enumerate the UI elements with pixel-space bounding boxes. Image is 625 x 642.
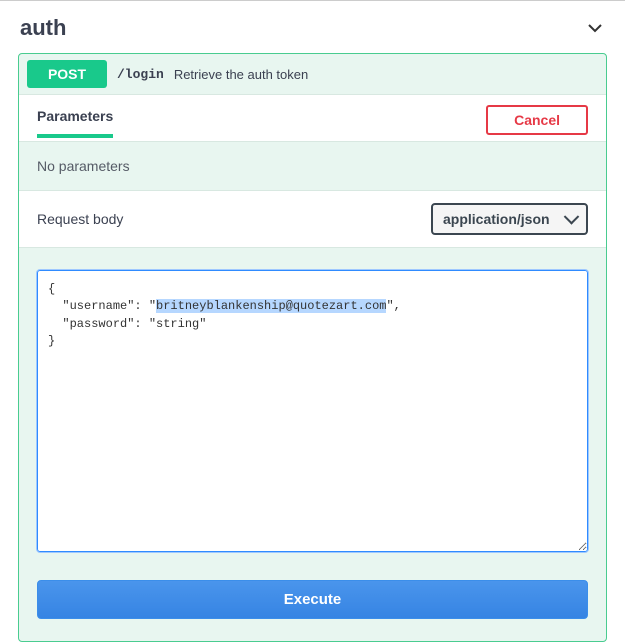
execute-button[interactable]: Execute [37, 580, 588, 619]
endpoint-summary: Retrieve the auth token [174, 67, 308, 82]
request-body-editor[interactable]: { "username": "britneyblankenship@quotez… [37, 270, 588, 552]
parameters-tab-row: Parameters Cancel [19, 94, 606, 141]
http-method-badge: POST [27, 60, 107, 88]
endpoint-path: /login [117, 67, 164, 82]
tab-parameters[interactable]: Parameters [37, 108, 113, 138]
cancel-button[interactable]: Cancel [486, 105, 588, 135]
operation-block: POST /login Retrieve the auth token Para… [18, 53, 607, 642]
request-body-label: Request body [37, 211, 123, 227]
operation-summary[interactable]: POST /login Retrieve the auth token [19, 54, 606, 94]
request-body-header: Request body application/json [19, 190, 606, 248]
chevron-down-icon [585, 18, 605, 38]
content-type-select[interactable]: application/json [431, 203, 588, 235]
selected-text: britneyblankenship@quotezart.com [156, 299, 386, 313]
tag-title: auth [20, 15, 66, 41]
tag-header[interactable]: auth [0, 0, 625, 53]
content-type-select-wrap: application/json [431, 203, 588, 235]
no-parameters-message: No parameters [19, 141, 606, 190]
